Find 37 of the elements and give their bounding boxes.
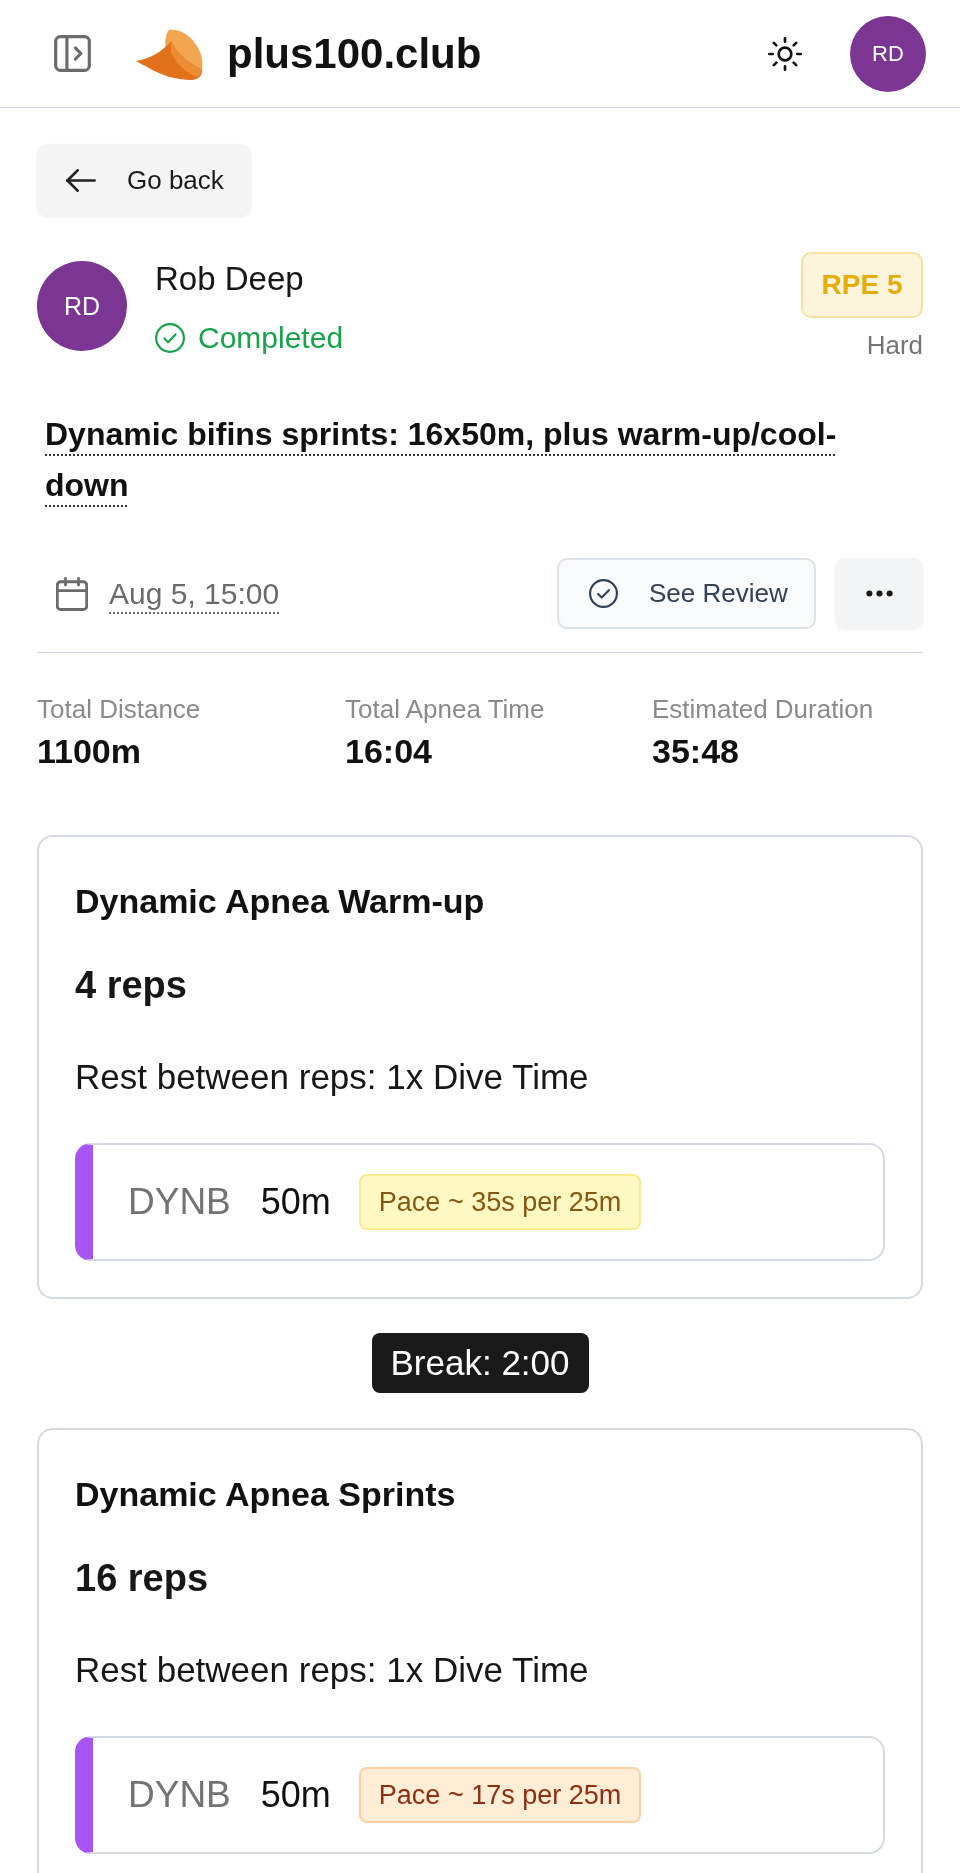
pace-tag: Pace ~ 17s per 25m [358,1767,642,1823]
stat-label: Total Apnea Time [345,694,545,724]
check-circle-icon [155,323,185,353]
rpe-badge: RPE 5 [801,252,923,318]
calendar-icon [56,576,88,611]
rest-text: Rest between reps: 1x Dive Time [75,1649,589,1691]
user-avatar[interactable]: RD [850,15,926,92]
back-button[interactable]: Go back [37,144,251,216]
ellipsis-icon [865,590,893,597]
stat-label: Total Distance [37,694,201,724]
sidebar-toggle-icon[interactable] [54,35,91,72]
check-circle-icon [589,579,618,608]
stat-label: Estimated Duration [652,694,874,724]
pace-tag: Pace ~ 35s per 25m [358,1174,642,1230]
stat-value: 1100m [37,731,141,771]
stat-value: 35:48 [652,731,739,771]
session-date: Aug 5, 15:00 [109,576,280,611]
reps-count: 16 reps [75,1556,209,1600]
arrow-left-icon [66,168,96,192]
sun-icon[interactable] [768,36,802,71]
athlete-name: Rob Deep [155,259,304,299]
session-title: Dynamic bifins sprints: 16x50m, plus warm-up/cool-down [45,415,838,505]
rest-text: Rest between reps: 1x Dive Time [75,1056,589,1098]
discipline-code: DYNB [128,1774,231,1816]
status-text: Completed [198,322,344,354]
set-title: Dynamic Apnea Warm-up [75,881,485,921]
brand-name[interactable]: plus100.club [227,28,482,79]
discipline-code: DYNB [128,1181,231,1223]
see-review-button[interactable]: See Review [557,558,816,629]
distance-text: 50m [260,1774,331,1816]
distance-text: 50m [260,1181,331,1223]
break-chip: Break: 2:00 [371,1333,589,1393]
reps-count: 4 reps [75,963,187,1007]
athlete-avatar: RD [37,261,127,351]
set-title: Dynamic Apnea Sprints [75,1474,456,1514]
rpe-caption: Hard [866,330,923,360]
stat-value: 16:04 [345,731,432,771]
